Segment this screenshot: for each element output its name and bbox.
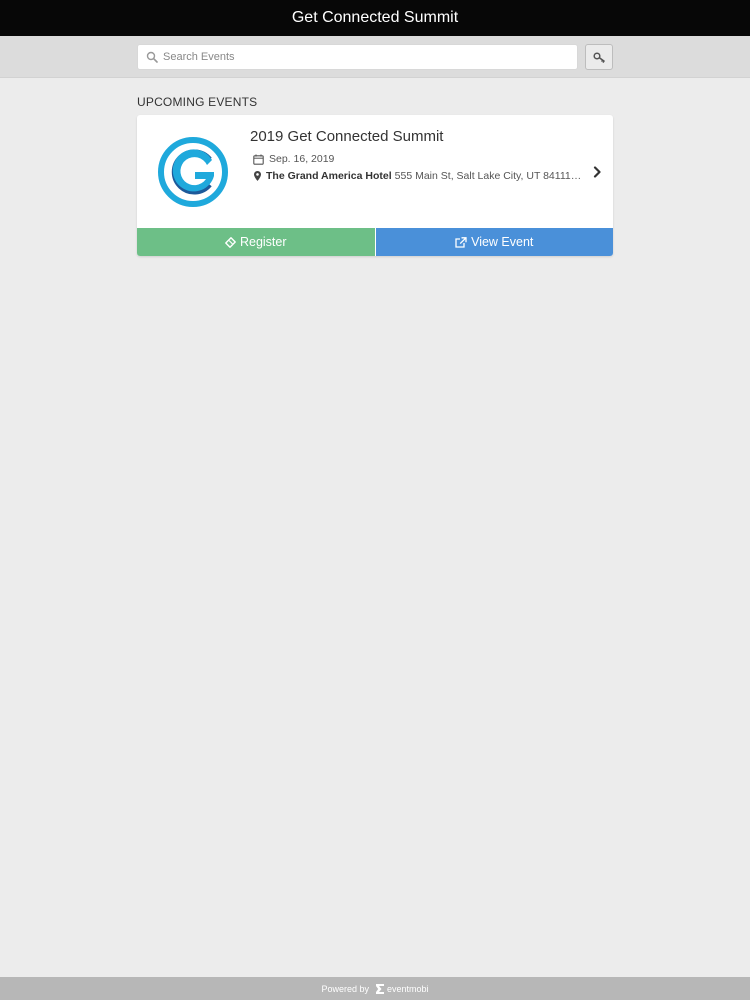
event-date: Sep. 16, 2019 <box>269 153 335 165</box>
eventmobi-logo-icon <box>376 983 384 994</box>
search-bar <box>0 36 750 78</box>
view-event-label: View Event <box>471 235 534 249</box>
search-field[interactable] <box>137 44 578 70</box>
gc-logo-icon <box>158 137 228 207</box>
powered-by-label: Powered by <box>321 983 369 994</box>
brand-name: eventmobi <box>387 983 429 994</box>
event-date-row: Sep. 16, 2019 <box>253 153 334 165</box>
search-icon <box>146 51 158 63</box>
access-key-button[interactable] <box>585 44 613 70</box>
brand-link[interactable]: eventmobi <box>375 983 429 995</box>
section-heading: UPCOMING EVENTS <box>137 95 258 109</box>
map-marker-icon <box>254 171 261 181</box>
event-venue: The Grand America Hotel <box>266 170 392 182</box>
event-location-row: The Grand America Hotel 555 Main St, Sal… <box>254 170 582 182</box>
event-actions: Register View Event <box>137 228 613 256</box>
app-header: Get Connected Summit <box>0 0 750 36</box>
calendar-icon <box>253 154 264 165</box>
event-card[interactable]: 2019 Get Connected Summit Sep. 16, 2019 … <box>137 115 613 256</box>
event-address: 555 Main St, Salt Lake City, UT 84111, .… <box>394 170 582 182</box>
view-event-button[interactable]: View Event <box>375 228 613 256</box>
ticket-icon <box>225 236 236 248</box>
register-label: Register <box>239 235 287 249</box>
external-link-icon <box>455 236 467 248</box>
app-title: Get Connected Summit <box>291 9 459 26</box>
footer: Powered by eventmobi <box>0 977 750 1000</box>
register-button[interactable]: Register <box>137 228 376 256</box>
search-input[interactable] <box>163 51 563 63</box>
chevron-right-icon[interactable] <box>592 166 602 178</box>
key-icon <box>592 51 605 63</box>
event-title: 2019 Get Connected Summit <box>250 128 444 145</box>
